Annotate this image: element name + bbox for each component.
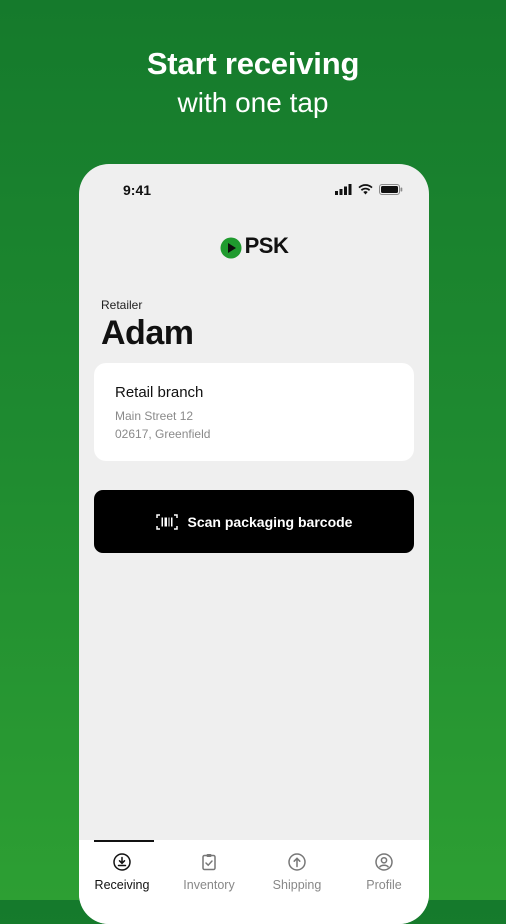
- user-name: Adam: [101, 314, 194, 352]
- upload-icon: [288, 853, 306, 871]
- branch-title: Retail branch: [115, 384, 204, 401]
- tab-receiving[interactable]: Receiving: [79, 840, 165, 900]
- tab-inventory[interactable]: Inventory: [166, 840, 252, 900]
- tab-profile[interactable]: Profile: [341, 840, 427, 900]
- wifi-icon: [358, 184, 373, 195]
- clipboard-icon: [202, 854, 216, 871]
- scan-button-label: Scan packaging barcode: [187, 513, 353, 530]
- user-icon: [375, 853, 393, 871]
- branch-address-line1: Main Street 12: [115, 409, 194, 423]
- branch-address-line2: 02617, Greenfield: [115, 427, 211, 441]
- user-role: Retailer: [101, 298, 143, 312]
- headline-subtitle: with one tap: [177, 87, 329, 118]
- logo-mark-icon: [220, 237, 242, 259]
- scan-barcode-button[interactable]: Scan packaging barcode: [94, 490, 414, 553]
- tab-shipping-label: Shipping: [272, 878, 322, 892]
- receiving-icon: [113, 853, 131, 871]
- psk-logo: PSK: [79, 233, 429, 260]
- promo-headline: Start receiving with one tap: [0, 44, 506, 122]
- headline-title: Start receiving: [146, 46, 360, 81]
- phone-screen: 9:41 PSK Retailer Adam Retail branch Mai…: [79, 164, 429, 924]
- barcode-scan-icon: [155, 513, 178, 530]
- logo-text: PSK: [244, 233, 289, 258]
- bottom-tab-bar: Receiving Inventory Shipping Profile: [79, 840, 429, 924]
- signal-icon: [335, 184, 352, 195]
- battery-icon: [379, 184, 403, 195]
- status-bar: 9:41: [79, 182, 429, 200]
- branch-card[interactable]: Retail branch Main Street 12 02617, Gree…: [94, 363, 414, 461]
- active-tab-indicator: [94, 840, 154, 842]
- tab-shipping[interactable]: Shipping: [254, 840, 340, 900]
- tab-receiving-label: Receiving: [94, 878, 150, 892]
- tab-inventory-label: Inventory: [183, 878, 235, 892]
- status-icons: [335, 184, 403, 195]
- tab-profile-label: Profile: [366, 878, 402, 892]
- status-time: 9:41: [123, 182, 152, 198]
